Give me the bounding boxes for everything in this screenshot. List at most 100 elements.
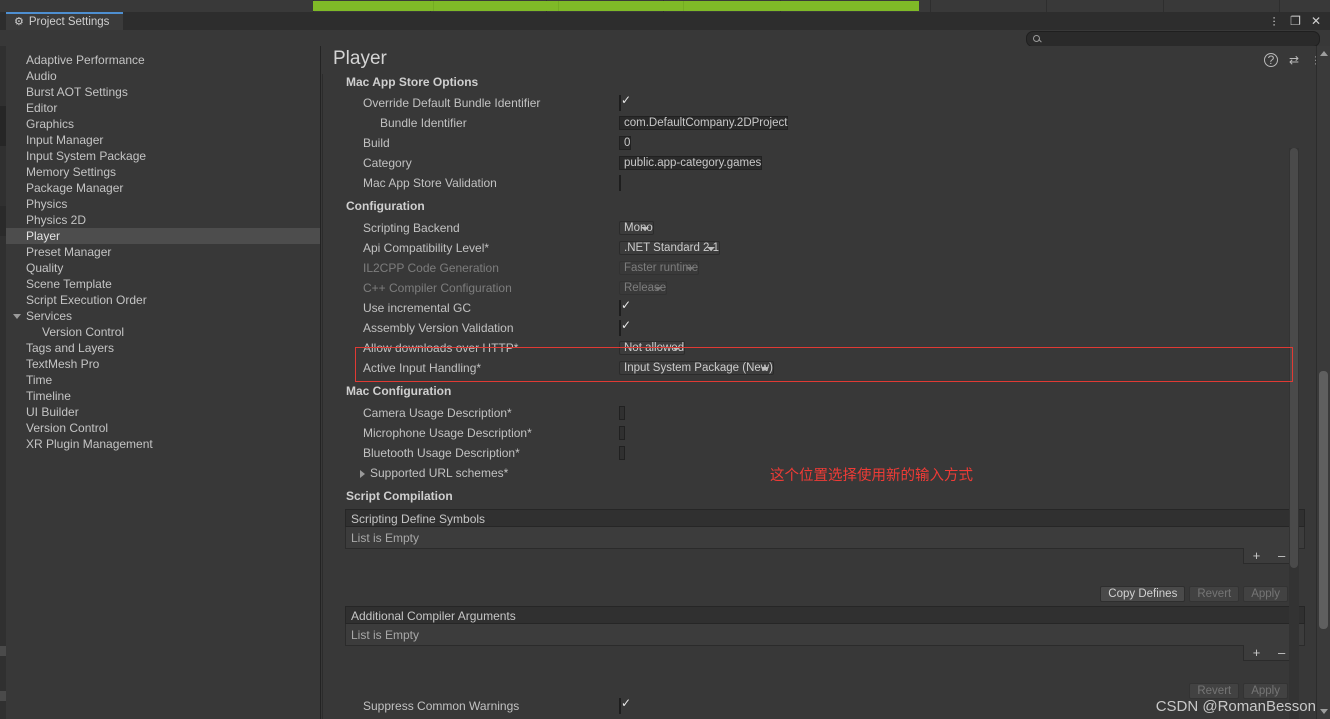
close-icon[interactable]: ✕ [1311,15,1321,27]
input-microphone-usage-description[interactable] [619,426,625,440]
sidebar-item-time[interactable]: Time [6,372,320,388]
input-bundle-identifier[interactable]: com.DefaultCompany.2DProject [619,116,789,130]
additional-compiler-arguments-add-remove[interactable]: + – [1243,645,1295,661]
input-camera-usage-description[interactable] [619,406,625,420]
sidebar-item-label: Preset Manager [26,245,112,259]
add-icon[interactable]: + [1253,646,1261,659]
label-il2cpp-code-generation: IL2CPP Code Generation [363,261,499,275]
label-mac-app-store-validation: Mac App Store Validation [363,176,497,190]
panel-scrollbar[interactable] [1316,46,1330,719]
dropdown-allow-downloads-over-http[interactable]: Not allowed [619,341,686,355]
chevron-down-icon [672,347,681,351]
gear-icon: ⚙ [14,15,24,28]
sidebar-item-timeline[interactable]: Timeline [6,388,320,404]
sidebar-item-label: Version Control [26,421,109,435]
preset-icon[interactable]: ⇄ [1289,54,1299,66]
chevron-down-icon [707,247,716,251]
sidebar-item-version-control[interactable]: Version Control [6,420,320,436]
sidebar-item-burst-aot-settings[interactable]: Burst AOT Settings [6,84,320,100]
input-category[interactable]: public.app-category.games [619,156,763,170]
sidebar-item-input-system-package[interactable]: Input System Package [6,148,320,164]
label-override-default-bundle-identifier: Override Default Bundle Identifier [363,96,541,110]
revert-button: Revert [1189,586,1240,602]
sidebar-item-ui-builder[interactable]: UI Builder [6,404,320,420]
label-bluetooth-usage-description: Bluetooth Usage Description* [363,446,520,460]
dropdown-api-compatibility-level[interactable]: .NET Standard 2.1 [619,241,721,255]
label-bundle-identifier: Bundle Identifier [380,116,467,130]
checkbox-override-default-bundle-identifier[interactable] [619,95,621,111]
remove-icon[interactable]: – [1278,549,1285,562]
sidebar-item-label: Physics [26,197,68,211]
additional-compiler-arguments-list: Additional Compiler Arguments List is Em… [345,606,1305,699]
label-use-incremental-gc: Use incremental GC [363,301,472,315]
window-menu-icon[interactable]: ⋮ [1268,16,1280,26]
settings-content: Mac App Store Options Override Default B… [322,74,1313,719]
sidebar-item-adaptive-performance[interactable]: Adaptive Performance [6,52,320,68]
sidebar-item-label: Scene Template [26,277,112,291]
search-box[interactable] [1026,31,1320,47]
row-il2cpp-code-generation: IL2CPP Code Generation Faster runtime [323,258,1283,278]
sidebar-item-scene-template[interactable]: Scene Template [6,276,320,292]
annotation-text: 这个位置选择使用新的输入方式 [770,468,973,484]
copy-defines-button[interactable]: Copy Defines [1100,586,1186,602]
inner-scrollbar-thumb[interactable] [1290,148,1298,568]
sidebar-item-label: Memory Settings [26,165,117,179]
add-icon[interactable]: + [1253,549,1261,562]
input-bluetooth-usage-description[interactable] [619,446,625,460]
remove-icon[interactable]: – [1278,646,1285,659]
scripting-define-symbols-add-remove[interactable]: + – [1243,548,1295,564]
sidebar-item-editor[interactable]: Editor [6,100,320,116]
sidebar-item-tags-and-layers[interactable]: Tags and Layers [6,340,320,356]
sidebar-item-label: Timeline [26,389,71,403]
input-build[interactable]: 0 [619,136,632,150]
checkbox-use-incremental-gc[interactable] [619,300,621,316]
inner-scrollbar[interactable] [1289,148,1299,719]
chevron-down-icon[interactable] [13,314,21,322]
row-assembly-version-validation: Assembly Version Validation [323,318,1283,338]
sidebar-item-physics-2d[interactable]: Physics 2D [6,212,320,228]
sidebar-item-script-execution-order[interactable]: Script Execution Order [6,292,320,308]
row-override-default-bundle-identifier: Override Default Bundle Identifier [323,93,1283,113]
settings-sidebar[interactable]: Adaptive Performance Audio Burst AOT Setti… [6,46,321,719]
sidebar-item-audio[interactable]: Audio [6,68,320,84]
search-input[interactable] [1046,32,1305,46]
dropdown-active-input-handling[interactable]: Input System Package (New) [619,361,774,375]
scroll-down-arrow-icon[interactable] [1320,709,1328,714]
sidebar-item-memory-settings[interactable]: Memory Settings [6,164,320,180]
scroll-up-arrow-icon[interactable] [1320,51,1328,56]
help-icon[interactable]: ? [1263,53,1278,67]
row-api-compatibility-level: Api Compatibility Level* .NET Standard 2… [323,238,1283,258]
checkbox-suppress-common-warnings[interactable] [619,698,621,714]
sidebar-item-input-manager[interactable]: Input Manager [6,132,320,148]
sidebar-item-label: Package Manager [26,181,124,195]
sidebar-item-label: Version Control [42,325,125,339]
sidebar-item-services[interactable]: Services [6,308,320,324]
label-microphone-usage-description: Microphone Usage Description* [363,426,532,440]
sidebar-item-quality[interactable]: Quality [6,260,320,276]
section-header-script-compilation: Script Compilation [346,489,453,503]
sidebar-item-textmesh-pro[interactable]: TextMesh Pro [6,356,320,372]
checkbox-assembly-version-validation[interactable] [619,320,621,336]
chevron-right-icon[interactable] [360,469,365,478]
additional-compiler-arguments-header: Additional Compiler Arguments [345,606,1305,624]
sidebar-item-xr-plugin-management[interactable]: XR Plugin Management [6,436,320,452]
sidebar-item-package-manager[interactable]: Package Manager [6,180,320,196]
checkbox-mac-app-store-validation[interactable] [619,175,621,191]
maximize-icon[interactable]: ❐ [1290,15,1301,27]
sidebar-item-preset-manager[interactable]: Preset Manager [6,244,320,260]
panel-scrollbar-thumb[interactable] [1319,371,1328,629]
player-settings-panel: Player ? ⇄ ⋮ Mac App Store Options Overr… [321,46,1330,719]
sidebar-item-label: Services [26,309,73,323]
row-build: Build 0 [323,133,1283,153]
label-api-compatibility-level: Api Compatibility Level* [363,241,490,255]
row-bundle-identifier: Bundle Identifier com.DefaultCompany.2DP… [323,113,1283,133]
sidebar-item-label: Adaptive Performance [26,53,145,67]
tab-project-settings[interactable]: ⚙ Project Settings [6,12,124,30]
sidebar-item-version-control[interactable]: Version Control [6,324,320,340]
sidebar-item-physics[interactable]: Physics [6,196,320,212]
sidebar-item-label: UI Builder [26,405,79,419]
sidebar-item-player[interactable]: Player [6,228,320,244]
sidebar-item-graphics[interactable]: Graphics [6,116,320,132]
panel-header: Player ? ⇄ ⋮ [321,46,1330,74]
dropdown-scripting-backend[interactable]: Mono [619,221,654,235]
